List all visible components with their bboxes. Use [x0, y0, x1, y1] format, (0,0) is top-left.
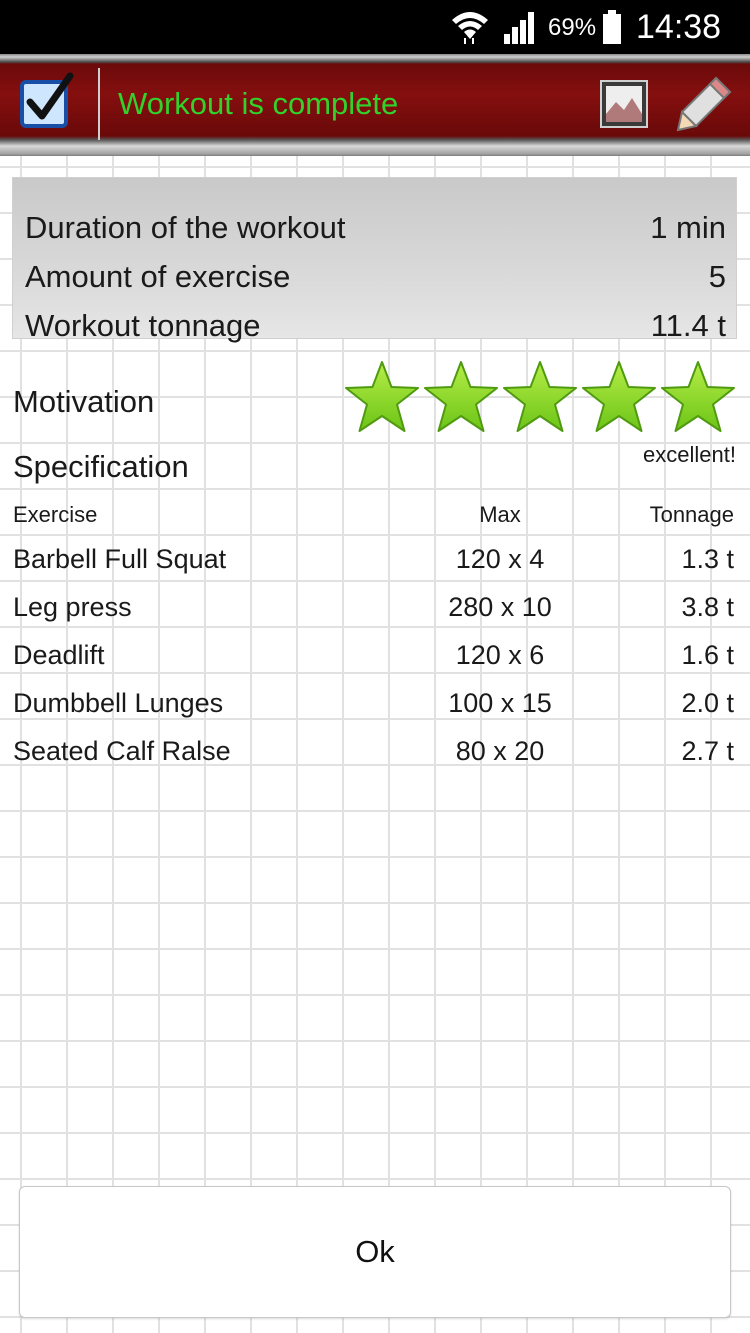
exercise-name: Barbell Full Squat	[13, 544, 227, 574]
exercise-name: Leg press	[13, 592, 132, 622]
status-bar: 69% 14:38	[0, 0, 750, 54]
wifi-icon	[450, 8, 490, 49]
exercise-tonnage: 2.0 t	[681, 688, 734, 718]
exercise-tonnage: 2.7 t	[681, 736, 734, 766]
checkbox-icon[interactable]	[18, 72, 76, 130]
summary-label: Amount of exercise	[25, 259, 291, 294]
exercise-tonnage: 3.8 t	[681, 592, 734, 622]
table-row: Seated Calf Ralse 80 x 20 2.7 t	[0, 736, 750, 776]
image-icon[interactable]	[600, 80, 648, 128]
table-row: Dumbbell Lunges 100 x 15 2.0 t	[0, 688, 750, 728]
exercise-max: 80 x 20	[455, 736, 545, 766]
signal-icon	[502, 10, 538, 49]
star-icon[interactable]	[423, 360, 499, 436]
column-header-exercise: Exercise	[13, 502, 98, 527]
ok-button[interactable]: Ok	[19, 1186, 731, 1318]
page-title: Workout is complete	[118, 86, 399, 121]
exercise-name: Seated Calf Ralse	[13, 736, 231, 766]
table-row: Deadlift 120 x 6 1.6 t	[0, 640, 750, 680]
summary-row-tonnage: Workout tonnage 11.4 t	[25, 308, 726, 348]
column-header-max: Max	[479, 502, 521, 527]
exercise-tonnage: 1.6 t	[681, 640, 734, 670]
exercise-max: 120 x 6	[455, 640, 545, 670]
exercise-max: 100 x 15	[448, 688, 552, 718]
exercise-max: 120 x 4	[455, 544, 545, 574]
summary-value: 1 min	[650, 210, 726, 245]
summary-label: Duration of the workout	[25, 210, 346, 245]
divider	[98, 68, 100, 140]
summary-value: 5	[708, 259, 726, 294]
action-bar: Workout is complete	[0, 54, 750, 156]
battery-percent: 69%	[548, 14, 597, 41]
exercise-max: 280 x 10	[448, 592, 552, 622]
exercise-tonnage: 1.3 t	[681, 544, 734, 574]
exercise-name: Dumbbell Lunges	[13, 688, 224, 718]
star-icon[interactable]	[660, 360, 736, 436]
summary-panel: Duration of the workout 1 min Amount of …	[12, 177, 737, 343]
specification-title: Specification	[13, 449, 189, 484]
star-icon[interactable]	[581, 360, 657, 436]
battery-icon	[602, 10, 622, 49]
table-row: Barbell Full Squat 120 x 4 1.3 t	[0, 544, 750, 584]
summary-row-exercise-count: Amount of exercise 5	[25, 259, 726, 299]
motivation-label: Motivation	[13, 384, 155, 419]
motivation-rating[interactable]	[344, 360, 738, 436]
clock: 14:38	[636, 8, 722, 46]
star-icon[interactable]	[344, 360, 420, 436]
workout-summary-content: Duration of the workout 1 min Amount of …	[0, 156, 750, 1333]
summary-value: 11.4 t	[650, 308, 726, 343]
column-header-tonnage: Tonnage	[649, 502, 734, 527]
exercise-name: Deadlift	[13, 640, 105, 670]
pencil-icon[interactable]	[676, 74, 734, 132]
summary-label: Workout tonnage	[25, 308, 261, 343]
summary-row-duration: Duration of the workout 1 min	[25, 210, 726, 250]
table-row: Leg press 280 x 10 3.8 t	[0, 592, 750, 632]
star-icon[interactable]	[502, 360, 578, 436]
rating-text: excellent!	[643, 442, 736, 467]
